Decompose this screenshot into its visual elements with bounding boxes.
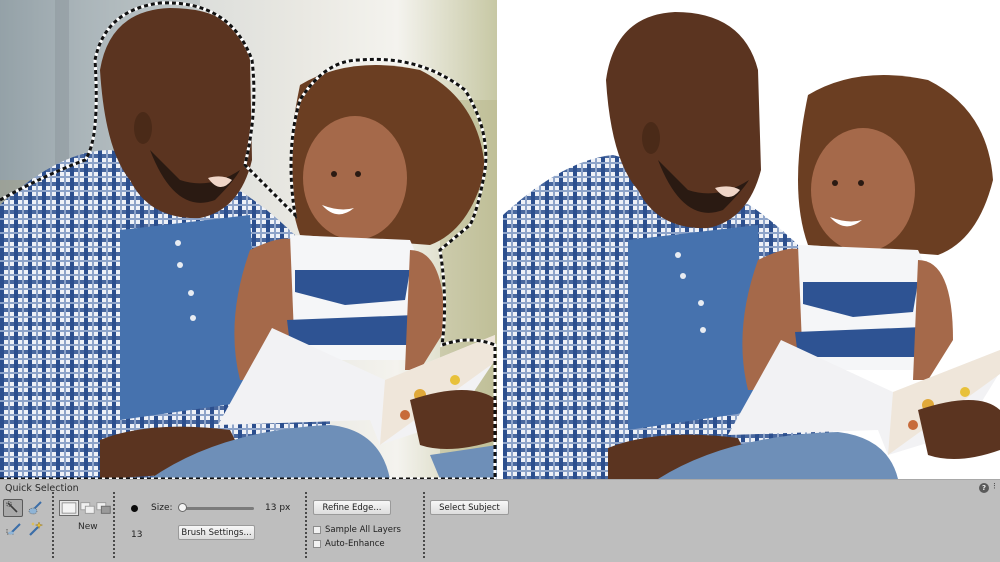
quick-selection-tool-button[interactable]: [3, 499, 23, 517]
brush-size-readout: 13 px: [265, 503, 291, 513]
new-selection-button[interactable]: [59, 500, 79, 516]
auto-selection-tool-button[interactable]: [3, 520, 23, 538]
subtract-from-selection-button[interactable]: [96, 501, 112, 515]
selection-mode-label: New: [78, 522, 98, 532]
slider-thumb[interactable]: [178, 503, 188, 512]
photo-subject-cutout: [503, 12, 1000, 479]
brush-settings-button[interactable]: Brush Settings...: [178, 525, 255, 540]
divider: [113, 492, 115, 558]
selection-brush-icon: [28, 501, 42, 515]
brush-preview-size: 13: [131, 530, 143, 540]
tool-options-bar: Quick Selection New 13 Size: 13 px Brush…: [0, 479, 1000, 562]
divider: [52, 492, 54, 558]
girl-face: [811, 128, 915, 252]
selection-brush-tool-button[interactable]: [25, 499, 45, 517]
panel-menu-icon[interactable]: ⁝: [993, 482, 996, 492]
checkbox-box[interactable]: [313, 540, 321, 548]
tool-title: Quick Selection: [5, 483, 79, 494]
divider: [423, 492, 425, 558]
girl-face: [303, 116, 407, 240]
subtract-from-selection-icon: [96, 502, 111, 514]
new-selection-icon: [61, 502, 77, 514]
canvas-result-image[interactable]: [503, 0, 1000, 479]
brush-size-slider[interactable]: [176, 502, 254, 514]
help-icon[interactable]: ?: [979, 483, 989, 493]
quick-selection-icon: [6, 501, 18, 513]
auto-enhance-label: Auto-Enhance: [325, 539, 385, 549]
canvas-original-image[interactable]: [0, 0, 497, 479]
sample-all-layers-checkbox[interactable]: Sample All Layers: [313, 525, 401, 535]
magic-wand-icon: [29, 521, 43, 536]
size-label: Size:: [151, 503, 173, 513]
divider: [305, 492, 307, 558]
select-subject-button[interactable]: Select Subject: [430, 500, 509, 515]
magic-wand-tool-button[interactable]: [25, 520, 45, 538]
sample-all-layers-label: Sample All Layers: [325, 525, 401, 535]
add-to-selection-button[interactable]: [80, 501, 96, 515]
brush-preview-icon[interactable]: [131, 505, 138, 512]
auto-selection-icon: [6, 523, 21, 535]
photo-original: [0, 0, 497, 479]
workspace: Quick Selection New 13 Size: 13 px Brush…: [0, 0, 1000, 562]
slider-track[interactable]: [179, 507, 254, 510]
refine-edge-button[interactable]: Refine Edge...: [313, 500, 391, 515]
checkbox-box[interactable]: [313, 526, 321, 534]
add-to-selection-icon: [80, 502, 95, 514]
auto-enhance-checkbox[interactable]: Auto-Enhance: [313, 539, 385, 549]
